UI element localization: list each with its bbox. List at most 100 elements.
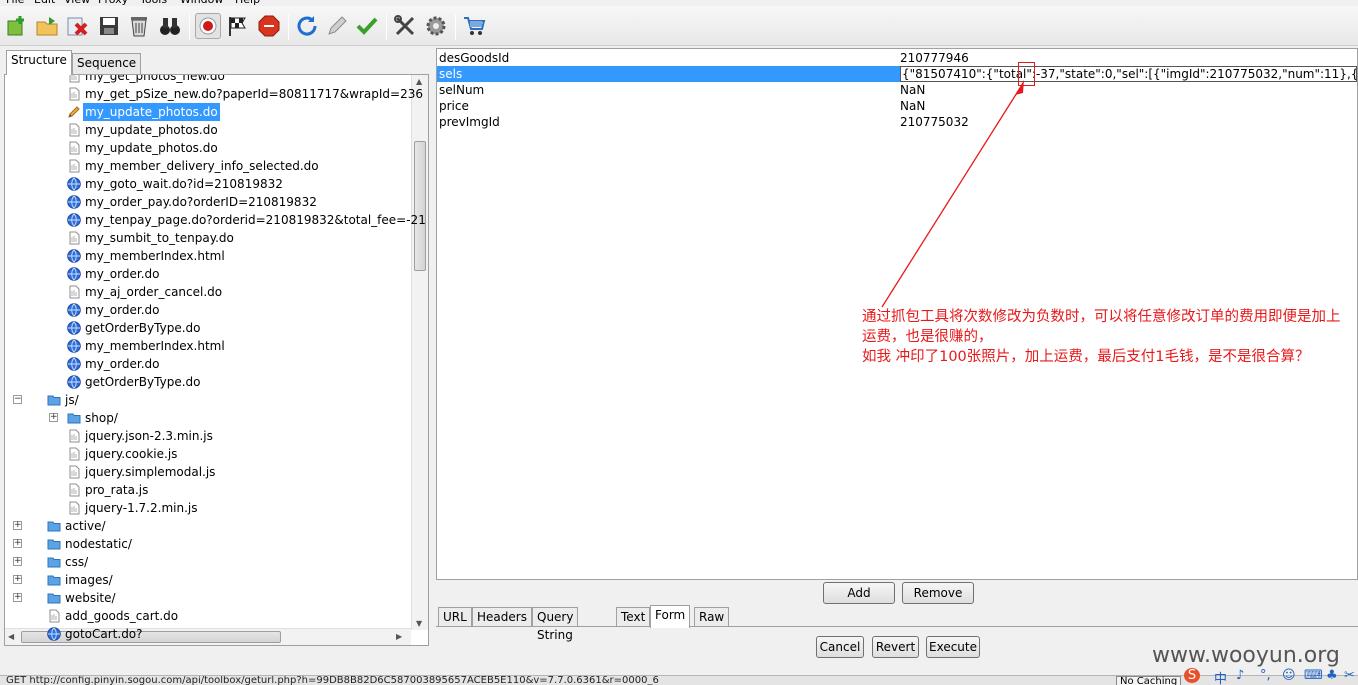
tab-headers[interactable]: Headers xyxy=(472,607,532,627)
form-row[interactable]: sels {"81507410":{"total":-37,"state":0,"… xyxy=(437,66,1357,82)
tray-icon[interactable]: ♪ xyxy=(1236,668,1244,683)
document-icon xyxy=(47,609,61,623)
scrollbar-thumb[interactable] xyxy=(414,141,426,271)
refresh-icon[interactable] xyxy=(294,13,320,39)
form-row[interactable]: desGoodsId 210777946 xyxy=(437,50,1357,66)
tray-icon[interactable]: °, xyxy=(1260,668,1271,683)
form-field-value[interactable]: 210775032 xyxy=(900,114,1357,130)
tree-vertical-scrollbar[interactable]: ▲ ▼ xyxy=(411,75,428,630)
tab-raw[interactable]: Raw xyxy=(694,607,730,627)
expand-icon[interactable]: + xyxy=(13,575,22,584)
expand-icon[interactable]: + xyxy=(13,521,22,530)
form-field-name: price xyxy=(439,99,469,113)
scroll-down-arrow-icon[interactable]: ▼ xyxy=(416,619,422,628)
form-field-name: sels xyxy=(439,67,463,81)
gear-icon[interactable] xyxy=(423,13,449,39)
form-field-value[interactable]: 210777946 xyxy=(900,50,1357,66)
tree-item-label: gotoCart.do? xyxy=(65,627,143,641)
tree-item-label: my_member_delivery_info_selected.do xyxy=(85,159,319,173)
remove-button[interactable]: Remove xyxy=(902,582,974,604)
tools-icon[interactable] xyxy=(392,13,418,39)
tray-icon[interactable]: 中 xyxy=(1214,668,1227,685)
binoculars-icon[interactable] xyxy=(157,13,183,39)
tree-item-label: my_goto_wait.do?id=210819832 xyxy=(85,177,283,191)
expand-icon[interactable]: + xyxy=(13,539,22,548)
tree-item-label: my_order.do xyxy=(85,267,160,281)
shopping-cart-icon[interactable] xyxy=(461,13,487,39)
document-icon xyxy=(67,501,81,515)
session-tree[interactable]: ▲ ▼ ◀ ▶ my_get_photos_new.do my_get_pSize… xyxy=(4,74,429,646)
delete-icon[interactable] xyxy=(64,13,90,39)
execute-button[interactable]: Execute xyxy=(926,636,980,658)
status-text: GET http://config.pinyin.sogou.com/api/t… xyxy=(6,675,659,685)
form-field-value-editor[interactable]: {"81507410":{"total":-37,"state":0,"sel"… xyxy=(900,66,1357,82)
save-icon[interactable] xyxy=(96,13,122,39)
form-row[interactable]: selNum NaN xyxy=(437,82,1357,98)
folder-icon xyxy=(47,537,61,551)
expand-icon[interactable]: + xyxy=(13,557,22,566)
caching-toggle[interactable]: No Caching xyxy=(1116,676,1182,685)
document-icon xyxy=(67,123,81,137)
form-field-value[interactable]: NaN xyxy=(900,82,1357,98)
new-session-icon[interactable] xyxy=(4,13,30,39)
tree-item-label: my_update_photos.do xyxy=(83,103,220,121)
tree-item-label: jquery.json-2.3.min.js xyxy=(85,429,213,443)
highlight-box xyxy=(1018,62,1035,86)
tree-item-label: pro_rata.js xyxy=(85,483,149,497)
form-field-name: selNum xyxy=(439,83,485,97)
tree-item-label: my_order_pay.do?orderID=210819832 xyxy=(85,195,317,209)
status-bar: GET http://config.pinyin.sogou.com/api/t… xyxy=(0,675,1358,685)
tree-item-label: jquery.simplemodal.js xyxy=(85,465,216,479)
revert-button[interactable]: Revert xyxy=(872,636,919,658)
tray-icon[interactable]: ⌨ xyxy=(1304,668,1323,683)
tree-item-label: my_order.do xyxy=(85,303,160,317)
tab-structure[interactable]: Structure xyxy=(6,50,72,75)
add-button[interactable]: Add xyxy=(823,582,895,604)
open-folder-icon[interactable] xyxy=(34,13,60,39)
tray-icon[interactable]: ✂ xyxy=(1344,668,1355,683)
tab-sequence[interactable]: Sequence xyxy=(72,53,142,74)
document-icon xyxy=(67,483,81,497)
form-field-value[interactable]: NaN xyxy=(900,98,1357,114)
form-row[interactable]: price NaN xyxy=(437,98,1357,114)
globe-icon xyxy=(67,357,81,371)
checkmark-icon[interactable] xyxy=(354,13,380,39)
tab-text[interactable]: Text xyxy=(616,607,651,627)
cancel-button[interactable]: Cancel xyxy=(816,636,864,658)
tree-item-label: my_memberIndex.html xyxy=(85,249,225,263)
tree-item-label: css/ xyxy=(65,555,89,569)
tree-item-label: my_order.do xyxy=(85,357,160,371)
tree-item-label: my_update_photos.do xyxy=(85,141,218,155)
folder-icon xyxy=(47,393,61,407)
globe-icon xyxy=(67,213,81,227)
tray-icon[interactable]: ♣ xyxy=(1326,668,1338,683)
tree-item-label: website/ xyxy=(65,591,116,605)
scroll-right-arrow-icon[interactable]: ▶ xyxy=(396,632,402,641)
record-icon[interactable] xyxy=(195,13,221,39)
document-icon xyxy=(67,141,81,155)
document-icon xyxy=(67,159,81,173)
globe-icon xyxy=(67,267,81,281)
tab-query-string[interactable]: Query String xyxy=(532,607,579,642)
tray-icon[interactable]: S xyxy=(1184,668,1200,683)
document-icon xyxy=(67,447,81,461)
toolbar xyxy=(0,6,1358,46)
checkered-flag-icon[interactable] xyxy=(225,13,251,39)
globe-icon xyxy=(67,321,81,335)
tab-url[interactable]: URL xyxy=(438,607,472,627)
form-row[interactable]: prevImgId 210775032 xyxy=(437,114,1357,130)
expand-icon[interactable]: + xyxy=(13,593,22,602)
globe-icon xyxy=(67,195,81,209)
collapse-icon[interactable]: − xyxy=(13,395,22,404)
structure-panel: Structure Sequence ▲ ▼ ◀ ▶ my_get_photos… xyxy=(4,50,429,660)
tree-item-label: add_goods_cart.do xyxy=(65,609,179,623)
scroll-left-arrow-icon[interactable]: ◀ xyxy=(8,632,14,641)
document-icon xyxy=(67,87,81,101)
trash-icon[interactable] xyxy=(126,13,152,39)
stop-icon[interactable] xyxy=(256,13,282,39)
tab-form[interactable]: Form xyxy=(650,605,691,628)
expand-icon[interactable]: + xyxy=(49,413,58,422)
tray-icon[interactable]: ☺ xyxy=(1282,668,1296,683)
edit-pencil-icon[interactable] xyxy=(324,13,350,39)
tree-item-label: my_get_pSize_new.do?paperId=80811717&wra… xyxy=(85,87,423,101)
